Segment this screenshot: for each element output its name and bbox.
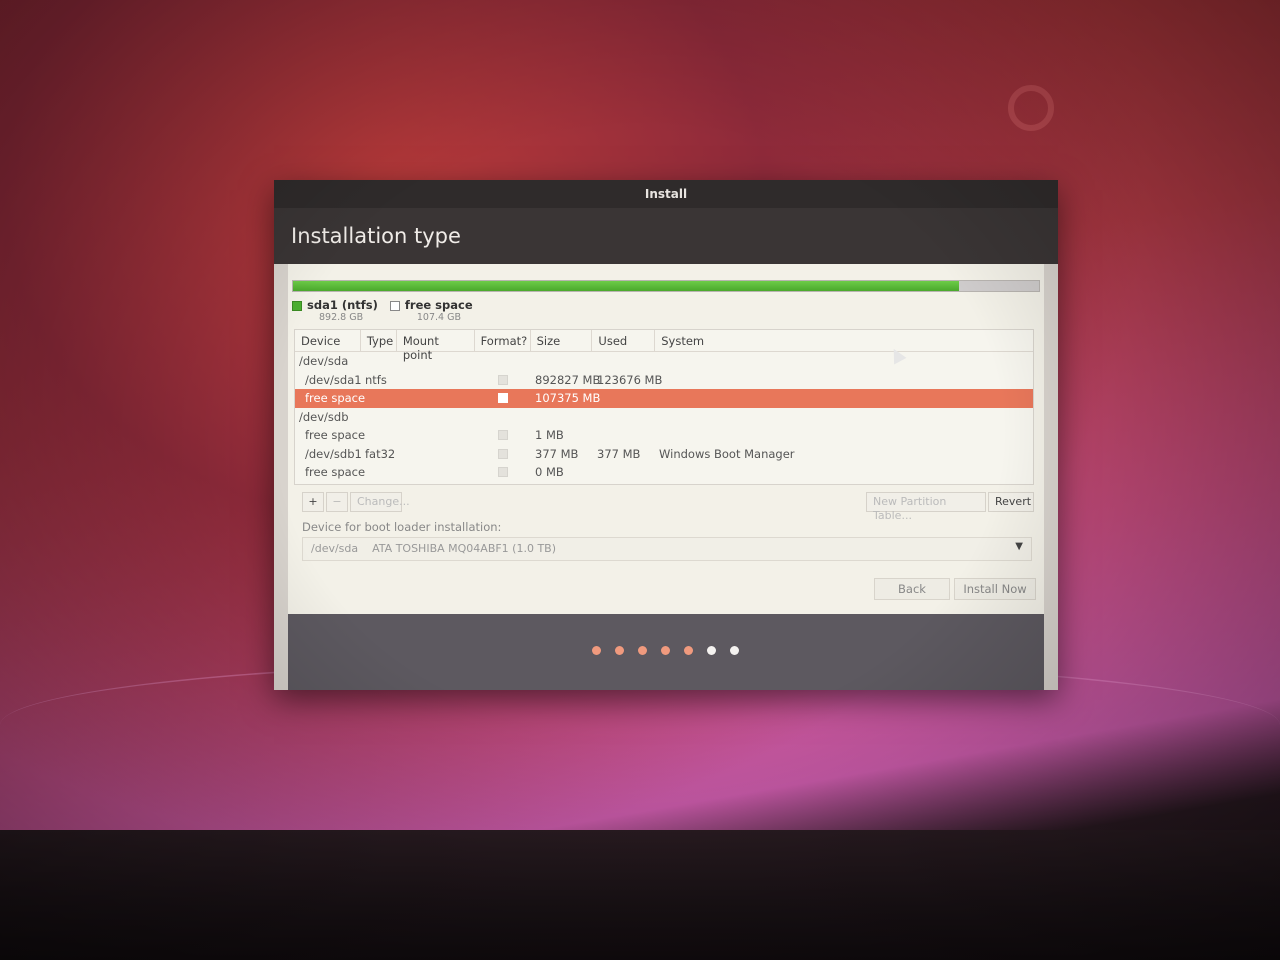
cell-used: 123676 MB bbox=[597, 372, 663, 387]
bootloader-device-name: ATA TOSHIBA MQ04ABF1 (1.0 TB) bbox=[372, 542, 557, 555]
format-checkbox[interactable] bbox=[498, 430, 508, 440]
progress-dot bbox=[615, 646, 624, 655]
bootloader-label: Device for boot loader installation: bbox=[302, 520, 502, 534]
remove-partition-button[interactable]: − bbox=[326, 492, 348, 512]
cell-device: /dev/sda1 bbox=[305, 372, 362, 387]
install-now-button[interactable]: Install Now bbox=[954, 578, 1036, 600]
column-header-type[interactable]: Type bbox=[361, 330, 397, 351]
change-partition-button[interactable]: Change... bbox=[350, 492, 410, 512]
partition-table[interactable]: Device Type Mount point Format? Size Use… bbox=[294, 329, 1034, 485]
column-header-mount[interactable]: Mount point bbox=[397, 330, 475, 362]
partition-legend: sda1 (ntfs) 892.8 GB free space 107.4 GB bbox=[292, 298, 473, 323]
column-header-format[interactable]: Format? bbox=[475, 330, 531, 351]
chevron-down-icon: ▼ bbox=[1015, 541, 1023, 552]
cell-used: 377 MB bbox=[597, 446, 641, 461]
legend-item-sda1: sda1 (ntfs) 892.8 GB bbox=[292, 298, 378, 323]
cell-device: free space bbox=[305, 465, 366, 479]
window-title: Install bbox=[274, 180, 1058, 208]
table-row-selected[interactable]: free space 107375 MB bbox=[295, 389, 1033, 408]
cell-device: free space bbox=[305, 428, 366, 442]
table-row[interactable]: /dev/sda bbox=[295, 352, 1033, 371]
progress-footer bbox=[288, 614, 1044, 690]
table-row[interactable]: free space 1 MB bbox=[295, 426, 1033, 445]
cell-system: Windows Boot Manager bbox=[659, 446, 795, 461]
back-button[interactable]: Back bbox=[874, 578, 950, 600]
progress-dot bbox=[661, 646, 670, 655]
column-header-size[interactable]: Size bbox=[531, 330, 593, 351]
screen-bezel bbox=[0, 830, 1280, 960]
background-logo-ring bbox=[1008, 85, 1054, 131]
table-row[interactable]: /dev/sdb1 fat32 377 MB 377 MB Windows Bo… bbox=[295, 445, 1033, 464]
progress-dot-current bbox=[707, 646, 716, 655]
cell-type: fat32 bbox=[365, 446, 396, 461]
legend-item-free: free space 107.4 GB bbox=[389, 298, 473, 323]
legend-swatch-green bbox=[292, 301, 302, 311]
legend-name: free space bbox=[404, 298, 473, 312]
cell-size: 377 MB bbox=[535, 446, 579, 461]
revert-button[interactable]: Revert bbox=[988, 492, 1034, 512]
format-checkbox[interactable] bbox=[498, 467, 508, 477]
progress-dot bbox=[638, 646, 647, 655]
progress-dot bbox=[592, 646, 601, 655]
legend-size: 892.8 GB bbox=[319, 312, 364, 323]
cell-size: 107375 MB bbox=[535, 391, 601, 405]
legend-size: 107.4 GB bbox=[416, 312, 461, 323]
bootloader-device-path: /dev/sda bbox=[311, 542, 359, 555]
cell-device: /dev/sdb bbox=[299, 409, 349, 424]
column-header-used[interactable]: Used bbox=[592, 330, 656, 351]
format-checkbox[interactable] bbox=[498, 448, 508, 459]
table-row[interactable]: /dev/sdb bbox=[295, 408, 1033, 427]
format-checkbox[interactable] bbox=[498, 374, 508, 385]
partition-bar-used bbox=[293, 281, 960, 291]
legend-name: sda1 (ntfs) bbox=[307, 298, 378, 312]
cell-size: 892827 MB bbox=[535, 372, 601, 387]
cell-size: 0 MB bbox=[535, 465, 564, 479]
install-dialog: Install Installation type sda1 (ntfs) 89… bbox=[274, 180, 1058, 690]
cell-device: /dev/sdb1 bbox=[305, 446, 362, 461]
progress-dots bbox=[592, 646, 739, 655]
column-header-system[interactable]: System bbox=[655, 330, 1033, 351]
new-partition-table-button[interactable]: New Partition Table... bbox=[866, 492, 986, 522]
bootloader-device-select[interactable]: /dev/sda ATA TOSHIBA MQ04ABF1 (1.0 TB) ▼ bbox=[302, 537, 1032, 561]
main-content: sda1 (ntfs) 892.8 GB free space 107.4 GB… bbox=[288, 264, 1044, 614]
progress-dot bbox=[730, 646, 739, 655]
page-title: Installation type bbox=[274, 208, 1058, 264]
progress-dot bbox=[684, 646, 693, 655]
add-partition-button[interactable]: + bbox=[302, 492, 324, 512]
format-checkbox[interactable] bbox=[498, 393, 508, 403]
cell-device: /dev/sda bbox=[299, 354, 349, 368]
cell-type: ntfs bbox=[365, 372, 387, 387]
legend-swatch-empty bbox=[389, 301, 400, 311]
partition-bar bbox=[292, 280, 1040, 292]
table-row[interactable]: /dev/sda1 ntfs 892827 MB 123676 MB bbox=[295, 371, 1033, 390]
table-row[interactable]: free space 0 MB bbox=[295, 463, 1033, 482]
cell-size: 1 MB bbox=[535, 428, 564, 442]
table-header: Device Type Mount point Format? Size Use… bbox=[295, 330, 1033, 362]
cell-device: free space bbox=[305, 391, 366, 405]
column-header-device[interactable]: Device bbox=[295, 330, 361, 351]
